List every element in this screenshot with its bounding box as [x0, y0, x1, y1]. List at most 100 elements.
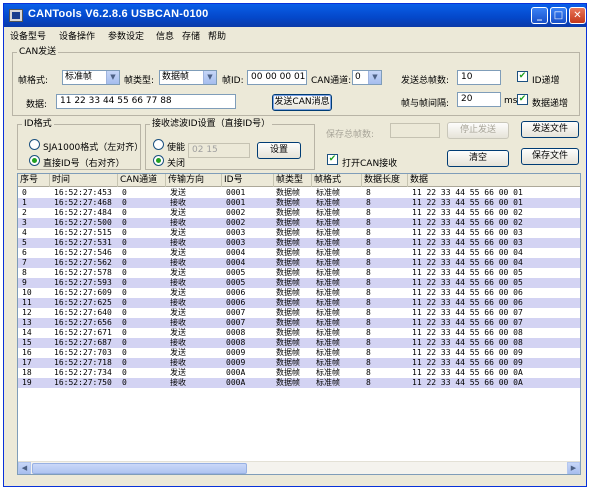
menu-parameter-settings[interactable]: 参数设定 [108, 29, 144, 42]
col-frame-format[interactable]: 帧格式 [312, 174, 362, 187]
table-row[interactable]: 16 16:52:27:703 0 发送 0009 数据帧 标准帧 8 11 22 33 44 … [18, 348, 580, 358]
clear-button[interactable]: 清空 [447, 150, 509, 167]
table-cell: 数据帧 [276, 188, 300, 197]
table-cell: 18 [22, 368, 32, 377]
total-frames-label: 发送总帧数: [401, 76, 450, 86]
table-cell: 数据帧 [276, 308, 300, 317]
table-cell: 0 [122, 228, 127, 237]
table-cell: 0 [122, 298, 127, 307]
saved-frames-input[interactable] [390, 123, 440, 138]
data-input[interactable]: 11 22 33 44 55 66 77 88 [56, 94, 236, 109]
table-cell: 接收 [170, 298, 186, 307]
col-id[interactable]: ID号 [222, 174, 274, 187]
table-cell: 8 [366, 378, 371, 387]
stop-send-button[interactable]: 停止发送 [447, 122, 509, 139]
table-cell: 8 [22, 268, 27, 277]
table-cell: 标准帧 [316, 268, 340, 277]
id-increment-checkbox[interactable]: ✔ [517, 71, 528, 82]
table-cell: 5 [22, 238, 27, 247]
table-row[interactable]: 13 16:52:27:656 0 接收 0007 数据帧 标准帧 8 11 22 33 44 … [18, 318, 580, 328]
menu-device-operation[interactable]: 设备操作 [59, 29, 95, 42]
menu-storage[interactable]: 存储 [182, 29, 200, 42]
table-cell: 接收 [170, 238, 186, 247]
table-cell: 11 22 33 44 55 66 00 03 [412, 238, 523, 247]
frame-type-select[interactable]: 数据帧 ▼ [159, 70, 217, 85]
col-can-channel[interactable]: CAN通道 [118, 174, 166, 187]
table-cell: 4 [22, 228, 27, 237]
table-cell: 11 22 33 44 55 66 00 0A [412, 378, 523, 387]
col-seq[interactable]: 序号 [18, 174, 50, 187]
send-can-message-button[interactable]: 发送CAN消息 [272, 94, 332, 111]
table-cell: 0003 [226, 238, 246, 247]
filter-set-button[interactable]: 设置 [257, 142, 301, 159]
col-time[interactable]: 时间 [50, 174, 118, 187]
table-row[interactable]: 3 16:52:27:500 0 接收 0002 数据帧 标准帧 8 11 22 33 44 5… [18, 218, 580, 228]
table-cell: 11 22 33 44 55 66 00 02 [412, 218, 523, 227]
col-data[interactable]: 数据 [408, 174, 580, 187]
table-cell: 数据帧 [276, 248, 300, 257]
filter-disable-radio[interactable] [153, 155, 164, 166]
frame-format-select[interactable]: 标准帧 ▼ [62, 70, 120, 85]
frame-type-label: 帧类型: [124, 76, 155, 86]
table-cell: 接收 [170, 258, 186, 267]
frame-interval-input[interactable]: 20 [457, 92, 501, 107]
frame-id-input[interactable]: 00 00 00 01 [247, 70, 307, 85]
table-row[interactable]: 15 16:52:27:687 0 接收 0008 数据帧 标准帧 8 11 22 33 44 … [18, 338, 580, 348]
scroll-left-icon[interactable]: ◀ [18, 462, 31, 474]
table-row[interactable]: 2 16:52:27:484 0 发送 0002 数据帧 标准帧 8 11 22 33 44 5… [18, 208, 580, 218]
table-row[interactable]: 4 16:52:27:515 0 发送 0003 数据帧 标准帧 8 11 22 33 44 5… [18, 228, 580, 238]
table-cell: 0 [122, 248, 127, 257]
table-cell: 标准帧 [316, 298, 340, 307]
title-bar[interactable]: CANTools V6.2.8.6 USBCAN-0100 _ □ ✕ [4, 4, 586, 27]
menu-device-model[interactable]: 设备型号 [10, 29, 46, 42]
table-cell: 16:52:27:562 [54, 258, 112, 267]
filter-enable-radio[interactable] [153, 139, 164, 150]
filter-id-input[interactable]: 02 15 [188, 143, 250, 158]
table-row[interactable]: 9 16:52:27:593 0 接收 0005 数据帧 标准帧 8 11 22 33 44 5… [18, 278, 580, 288]
table-cell: 11 22 33 44 55 66 00 09 [412, 348, 523, 357]
scroll-right-icon[interactable]: ▶ [567, 462, 580, 474]
horizontal-scrollbar[interactable]: ◀ ▶ [18, 461, 580, 474]
col-frame-type[interactable]: 帧类型 [274, 174, 312, 187]
table-cell: 标准帧 [316, 198, 340, 207]
table-row[interactable]: 0 16:52:27:453 0 发送 0001 数据帧 标准帧 8 11 22 33 44 5… [18, 188, 580, 198]
can-channel-select[interactable]: 0 ▼ [352, 70, 382, 85]
menu-info[interactable]: 信息 [156, 29, 174, 42]
table-row[interactable]: 1 16:52:27:468 0 接收 0001 数据帧 标准帧 8 11 22 33 44 5… [18, 198, 580, 208]
frame-id-label: 帧ID: [222, 76, 244, 86]
maximize-button[interactable]: □ [550, 7, 567, 24]
table-row[interactable]: 12 16:52:27:640 0 发送 0007 数据帧 标准帧 8 11 22 33 44 … [18, 308, 580, 318]
table-row[interactable]: 10 16:52:27:609 0 发送 0006 数据帧 标准帧 8 11 22 33 44 … [18, 288, 580, 298]
scrollbar-thumb[interactable] [32, 463, 247, 474]
table-row[interactable]: 6 16:52:27:546 0 发送 0004 数据帧 标准帧 8 11 22 33 44 5… [18, 248, 580, 258]
direct-id-radio[interactable] [29, 155, 40, 166]
filter-enable-label: 使能 [167, 143, 186, 153]
table-row[interactable]: 8 16:52:27:578 0 发送 0005 数据帧 标准帧 8 11 22 33 44 5… [18, 268, 580, 278]
send-file-button[interactable]: 发送文件 [521, 121, 579, 138]
table-row[interactable]: 19 16:52:27:750 0 接收 000A 数据帧 标准帧 8 11 22 33 44 … [18, 378, 580, 388]
table-cell: 标准帧 [316, 328, 340, 337]
table-row[interactable]: 18 16:52:27:734 0 发送 000A 数据帧 标准帧 8 11 22 33 44 … [18, 368, 580, 378]
table-row[interactable]: 11 16:52:27:625 0 接收 0006 数据帧 标准帧 8 11 22 33 44 … [18, 298, 580, 308]
open-can-receive-checkbox[interactable]: ✔ [327, 154, 338, 165]
col-direction[interactable]: 传输方向 [166, 174, 222, 187]
interval-unit: ms [504, 96, 518, 106]
table-cell: 11 22 33 44 55 66 00 01 [412, 198, 523, 207]
table-cell: 发送 [170, 348, 186, 357]
menu-help[interactable]: 帮助 [208, 29, 226, 42]
table-cell: 0003 [226, 228, 246, 237]
sja1000-format-radio[interactable] [29, 139, 40, 150]
total-frames-input[interactable]: 10 [457, 70, 501, 85]
table-row[interactable]: 5 16:52:27:531 0 接收 0003 数据帧 标准帧 8 11 22 33 44 5… [18, 238, 580, 248]
table-cell: 0008 [226, 328, 246, 337]
col-data-length[interactable]: 数据长度 [362, 174, 408, 187]
data-increment-checkbox[interactable]: ✔ [517, 94, 528, 105]
table-row[interactable]: 17 16:52:27:718 0 接收 0009 数据帧 标准帧 8 11 22 33 44 … [18, 358, 580, 368]
table-row[interactable]: 7 16:52:27:562 0 接收 0004 数据帧 标准帧 8 11 22 33 44 5… [18, 258, 580, 268]
table-cell: 19 [22, 378, 32, 387]
table-cell: 标准帧 [316, 368, 340, 377]
table-row[interactable]: 14 16:52:27:671 0 发送 0008 数据帧 标准帧 8 11 22 33 44 … [18, 328, 580, 338]
close-button[interactable]: ✕ [569, 7, 586, 24]
minimize-button[interactable]: _ [531, 7, 548, 24]
save-file-button[interactable]: 保存文件 [521, 148, 579, 165]
